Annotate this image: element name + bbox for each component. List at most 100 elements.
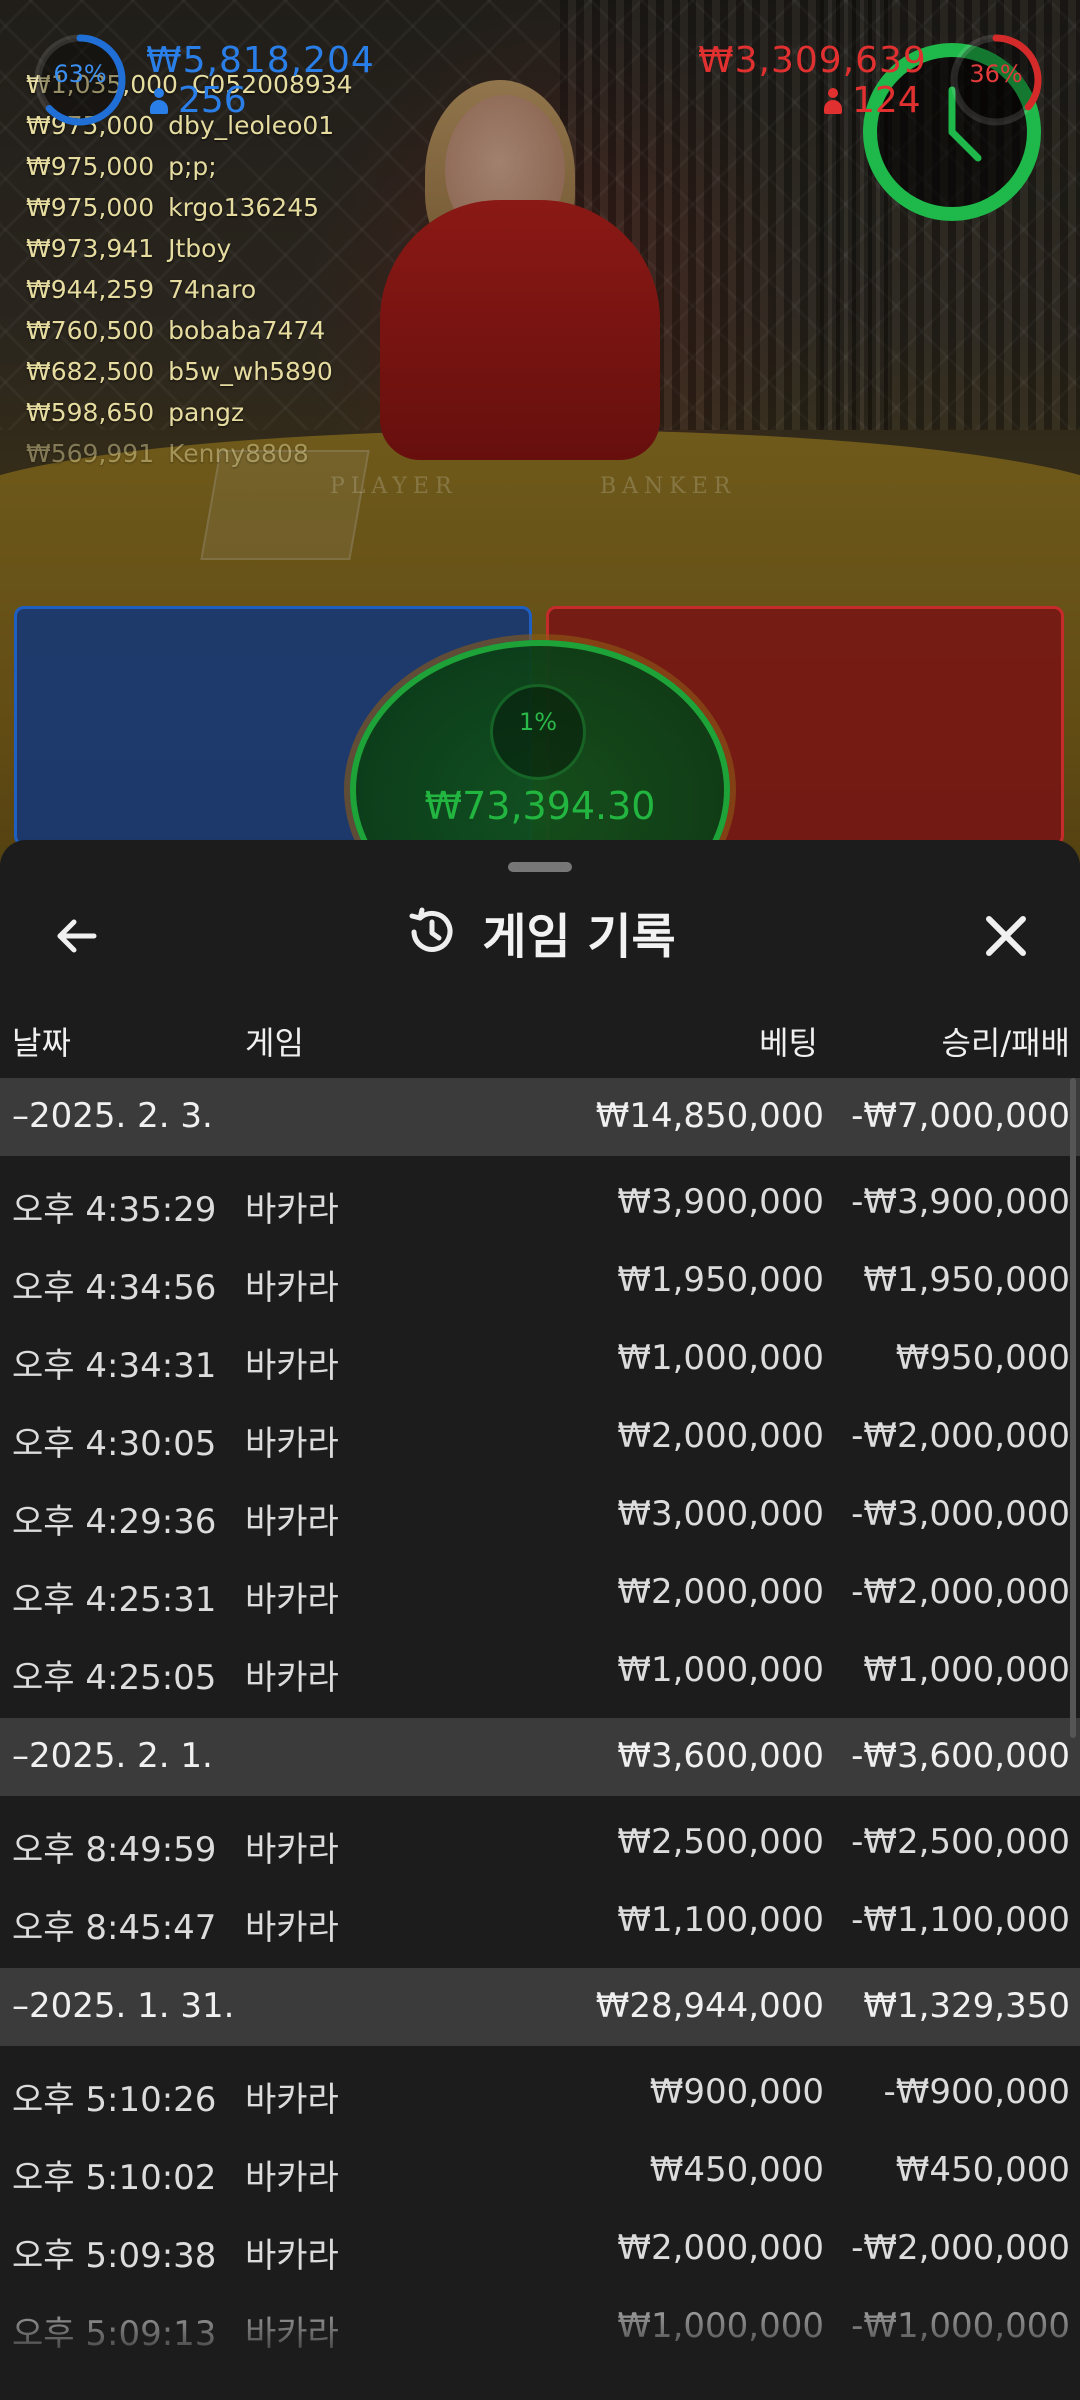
row-game: 바카라 — [245, 2236, 339, 2276]
table-row[interactable]: 오후 8:49:59 바카라 ₩2,500,000 -₩2,500,000 — [0, 1804, 1080, 1882]
player-count-value: 256 — [178, 80, 247, 121]
date-group-row[interactable]: –2025. 2. 1. ₩3,600,000 -₩3,600,000 — [0, 1718, 1080, 1796]
column-header-date[interactable]: 날짜 — [12, 1018, 71, 1064]
row-time: 오후 5:09:13 — [12, 2314, 217, 2354]
title-group: 게임 기록 — [0, 880, 1080, 984]
leaderboard-user: krgo136245 — [168, 193, 320, 222]
leaderboard-amount: ₩975,000 — [26, 193, 155, 222]
player-percent: 63% — [53, 60, 107, 88]
table-row[interactable]: 오후 5:09:38 바카라 ₩2,000,000 -₩2,000,000 — [0, 2210, 1080, 2288]
row-winloss: -₩2,500,000 — [851, 1822, 1070, 1862]
row-time: 오후 8:49:59 — [12, 1830, 217, 1870]
row-game: 바카라 — [245, 1908, 339, 1948]
row-time: 오후 8:45:47 — [12, 1908, 217, 1948]
column-header-winloss[interactable]: 승리/패배 — [941, 1018, 1070, 1064]
leaderboard-amount: ₩973,941 — [26, 234, 155, 263]
row-bet: ₩2,000,000 — [617, 1416, 824, 1456]
row-bet: ₩1,950,000 — [617, 1260, 824, 1300]
row-winloss: ₩450,000 — [895, 2150, 1070, 2190]
group-date: –2025. 1. 31. — [12, 1986, 235, 2026]
scrollbar[interactable] — [1070, 1078, 1076, 1738]
row-bet: ₩3,000,000 — [617, 1494, 824, 1534]
close-icon — [986, 916, 1026, 956]
table-row[interactable]: 오후 5:10:02 바카라 ₩450,000 ₩450,000 — [0, 2132, 1080, 2210]
leaderboard-user: pangz — [168, 398, 245, 427]
row-winloss: ₩1,950,000 — [863, 1260, 1070, 1300]
row-winloss: -₩3,900,000 — [851, 1182, 1070, 1222]
table-row[interactable]: 오후 4:30:05 바카라 ₩2,000,000 -₩2,000,000 — [0, 1398, 1080, 1476]
leaderboard-row: ₩598,650 pangz — [26, 392, 353, 433]
row-bet: ₩3,900,000 — [617, 1182, 824, 1222]
person-icon — [150, 88, 168, 114]
date-group-row[interactable]: –2025. 2. 3. ₩14,850,000 -₩7,000,000 — [0, 1078, 1080, 1156]
row-time: 오후 5:10:26 — [12, 2080, 217, 2120]
leaderboard-amount: ₩944,259 — [26, 275, 155, 304]
row-game: 바카라 — [245, 1268, 339, 1308]
row-time: 오후 5:09:38 — [12, 2236, 217, 2276]
player-bet-amount: ₩5,818,204 — [146, 40, 375, 81]
date-group-row[interactable]: –2025. 1. 31. ₩28,944,000 ₩1,329,350 — [0, 1968, 1080, 2046]
row-time: 오후 4:34:56 — [12, 1268, 217, 1308]
row-game: 바카라 — [245, 1424, 339, 1464]
banker-bettor-count: 124 — [824, 80, 921, 121]
arrow-left-icon — [57, 919, 97, 953]
leaderboard-amount: ₩569,991 — [26, 439, 155, 468]
row-winloss: -₩2,000,000 — [851, 1416, 1070, 1456]
leaderboard-row: ₩760,500 bobaba7474 — [26, 310, 353, 351]
row-bet: ₩2,500,000 — [617, 1822, 824, 1862]
group-bet-total: ₩28,944,000 — [595, 1986, 824, 2026]
row-winloss: -₩1,100,000 — [851, 1900, 1070, 1940]
row-bet: ₩1,000,000 — [617, 2306, 824, 2346]
group-winloss-total: ₩1,329,350 — [863, 1986, 1070, 2026]
close-button[interactable] — [970, 900, 1042, 972]
table-row[interactable]: 오후 4:29:36 바카라 ₩3,000,000 -₩3,000,000 — [0, 1476, 1080, 1554]
table-header: 날짜 게임 베팅 승리/패배 — [0, 1012, 1080, 1068]
back-button[interactable] — [40, 900, 112, 972]
leaderboard-row: ₩975,000 krgo136245 — [26, 187, 353, 228]
game-history-sheet: 게임 기록 날짜 게임 베팅 승리/패배 –2025. 2. 3. ₩14,85… — [0, 840, 1080, 2400]
leaderboard-user: bobaba7474 — [168, 316, 326, 345]
table-row[interactable]: 오후 4:34:56 바카라 ₩1,950,000 ₩1,950,000 — [0, 1242, 1080, 1320]
row-time: 오후 5:10:02 — [12, 2158, 217, 2198]
group-bet-total: ₩14,850,000 — [595, 1096, 824, 1136]
tie-percent: 1% — [518, 708, 558, 736]
table-row[interactable]: 오후 8:45:47 바카라 ₩1,100,000 -₩1,100,000 — [0, 1882, 1080, 1960]
row-time: 오후 4:29:36 — [12, 1502, 217, 1542]
row-bet: ₩1,100,000 — [617, 1900, 824, 1940]
table-row[interactable]: 오후 4:35:29 바카라 ₩3,900,000 -₩3,900,000 — [0, 1164, 1080, 1242]
table-row[interactable]: 오후 4:25:31 바카라 ₩2,000,000 -₩2,000,000 — [0, 1554, 1080, 1632]
table-row[interactable]: 오후 5:10:26 바카라 ₩900,000 -₩900,000 — [0, 2054, 1080, 2132]
banker-percent: 36% — [969, 60, 1023, 88]
row-game: 바카라 — [245, 2314, 339, 2354]
row-winloss: -₩900,000 — [883, 2072, 1071, 2112]
player-bettor-count: 256 — [150, 80, 247, 121]
table-row[interactable]: 오후 4:34:31 바카라 ₩1,000,000 ₩950,000 — [0, 1320, 1080, 1398]
banker-count-value: 124 — [852, 80, 921, 121]
sheet-drag-handle[interactable] — [508, 862, 572, 872]
table-row[interactable]: 오후 4:25:05 바카라 ₩1,000,000 ₩1,000,000 — [0, 1632, 1080, 1710]
group-winloss-total: -₩7,000,000 — [851, 1096, 1070, 1136]
page-title: 게임 기록 — [482, 909, 676, 965]
row-winloss: ₩950,000 — [895, 1338, 1070, 1378]
row-time: 오후 4:25:05 — [12, 1658, 217, 1698]
row-winloss: -₩1,000,000 — [851, 2306, 1070, 2346]
leaderboard-amount: ₩682,500 — [26, 357, 155, 386]
group-bet-total: ₩3,600,000 — [617, 1736, 824, 1776]
history-table: –2025. 2. 3. ₩14,850,000 -₩7,000,000 오후 … — [0, 1078, 1080, 2366]
column-header-bet[interactable]: 베팅 — [759, 1018, 818, 1064]
leaderboard-amount: ₩598,650 — [26, 398, 155, 427]
group-winloss-total: -₩3,600,000 — [851, 1736, 1070, 1776]
leaderboard-amount: ₩975,000 — [26, 152, 155, 181]
leaderboard-row: ₩973,941 Jtboy — [26, 228, 353, 269]
row-game: 바카라 — [245, 1346, 339, 1386]
row-winloss: -₩2,000,000 — [851, 2228, 1070, 2268]
leaderboard-user: 74naro — [168, 275, 257, 304]
row-bet: ₩2,000,000 — [617, 2228, 824, 2268]
row-time: 오후 4:25:31 — [12, 1580, 217, 1620]
column-header-game[interactable]: 게임 — [245, 1018, 304, 1064]
sheet-header: 게임 기록 — [0, 880, 1080, 984]
row-bet: ₩2,000,000 — [617, 1572, 824, 1612]
leaderboard-row: ₩975,000 p;p; — [26, 146, 353, 187]
table-row[interactable]: 오후 5:09:13 바카라 ₩1,000,000 -₩1,000,000 — [0, 2288, 1080, 2366]
tie-bet-amount: ₩73,394.30 — [424, 784, 656, 828]
